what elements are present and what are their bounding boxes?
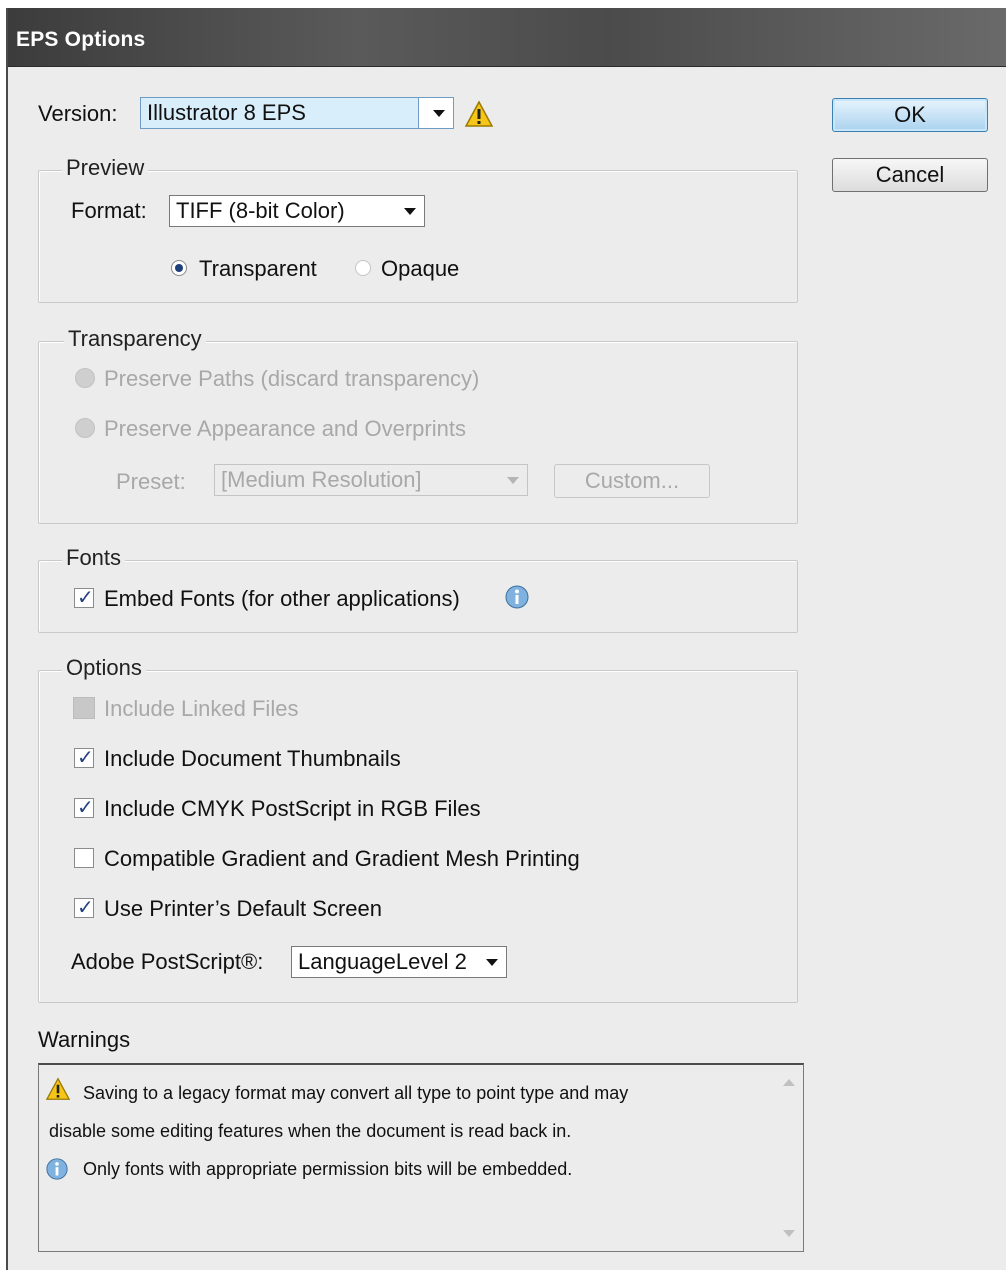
embed-fonts-label[interactable]: Embed Fonts (for other applications)	[104, 586, 460, 612]
transparent-label[interactable]: Transparent	[199, 256, 317, 282]
warning-icon	[464, 100, 494, 127]
opaque-radio[interactable]	[355, 260, 371, 276]
warnings-label: Warnings	[38, 1027, 131, 1052]
format-value: TIFF (8-bit Color)	[176, 198, 345, 223]
transparent-radio[interactable]	[171, 260, 187, 276]
transparency-legend: Transparency	[64, 326, 206, 352]
preview-group	[38, 170, 798, 303]
include-cmyk-label[interactable]: Include CMYK PostScript in RGB Files	[104, 796, 481, 822]
options-legend: Options	[62, 655, 146, 681]
info-icon	[505, 585, 529, 609]
preset-value: [Medium Resolution]	[221, 467, 422, 492]
chevron-down-icon	[404, 208, 416, 215]
include-linked-files-checkbox[interactable]	[73, 697, 95, 719]
preserve-appearance-label: Preserve Appearance and Overprints	[104, 416, 466, 441]
preserve-paths-radio[interactable]	[75, 368, 95, 388]
warning-line: Saving to a legacy format may convert al…	[83, 1083, 629, 1103]
preset-dropdown[interactable]: [Medium Resolution]	[214, 464, 528, 496]
warnings-box[interactable]: Saving to a legacy format may convert al…	[38, 1063, 804, 1252]
postscript-value: LanguageLevel 2	[298, 949, 467, 974]
preserve-paths-label: Preserve Paths (discard transparency)	[104, 366, 480, 391]
format-label: Format:	[71, 198, 147, 223]
include-thumbnails-label[interactable]: Include Document Thumbnails	[104, 746, 401, 772]
version-value: Illustrator 8 EPS	[147, 100, 306, 125]
title-bar[interactable]: EPS Options	[8, 8, 1006, 67]
warning-line: Only fonts with appropriate permission b…	[83, 1159, 573, 1179]
embed-fonts-checkbox[interactable]	[74, 585, 94, 610]
custom-button[interactable]: Custom...	[554, 464, 710, 498]
ok-button[interactable]: OK	[832, 98, 988, 132]
version-dropdown[interactable]: Illustrator 8 EPS	[140, 97, 454, 129]
include-linked-files-label: Include Linked Files	[104, 696, 299, 721]
include-cmyk-checkbox[interactable]	[74, 795, 94, 820]
compatible-gradient-checkbox[interactable]	[74, 848, 94, 868]
warning-icon	[45, 1077, 71, 1100]
preserve-appearance-radio[interactable]	[75, 418, 95, 438]
warning-line: disable some editing features when the d…	[49, 1121, 572, 1141]
include-thumbnails-checkbox[interactable]	[74, 745, 94, 770]
cancel-button[interactable]: Cancel	[832, 158, 988, 192]
printer-default-screen-label[interactable]: Use Printer’s Default Screen	[104, 896, 382, 922]
chevron-down-icon	[507, 477, 519, 484]
postscript-dropdown[interactable]: LanguageLevel 2	[291, 946, 507, 978]
preset-label: Preset:	[116, 469, 186, 494]
fonts-legend: Fonts	[62, 545, 126, 571]
eps-options-dialog: EPS Options Version: Illustrator 8 EPS O…	[6, 8, 1006, 1270]
version-label: Version:	[38, 101, 118, 126]
scroll-up-icon[interactable]	[783, 1079, 795, 1086]
format-dropdown[interactable]: TIFF (8-bit Color)	[169, 195, 425, 227]
preview-legend: Preview	[62, 155, 149, 181]
compatible-gradient-label[interactable]: Compatible Gradient and Gradient Mesh Pr…	[104, 846, 580, 872]
scroll-down-icon[interactable]	[783, 1230, 795, 1237]
window-title: EPS Options	[16, 28, 146, 51]
printer-default-screen-checkbox[interactable]	[74, 895, 94, 920]
info-icon	[46, 1158, 68, 1180]
chevron-down-icon	[486, 959, 498, 966]
postscript-label: Adobe PostScript®:	[71, 949, 264, 974]
opaque-label[interactable]: Opaque	[381, 256, 459, 282]
chevron-down-icon	[433, 110, 445, 117]
